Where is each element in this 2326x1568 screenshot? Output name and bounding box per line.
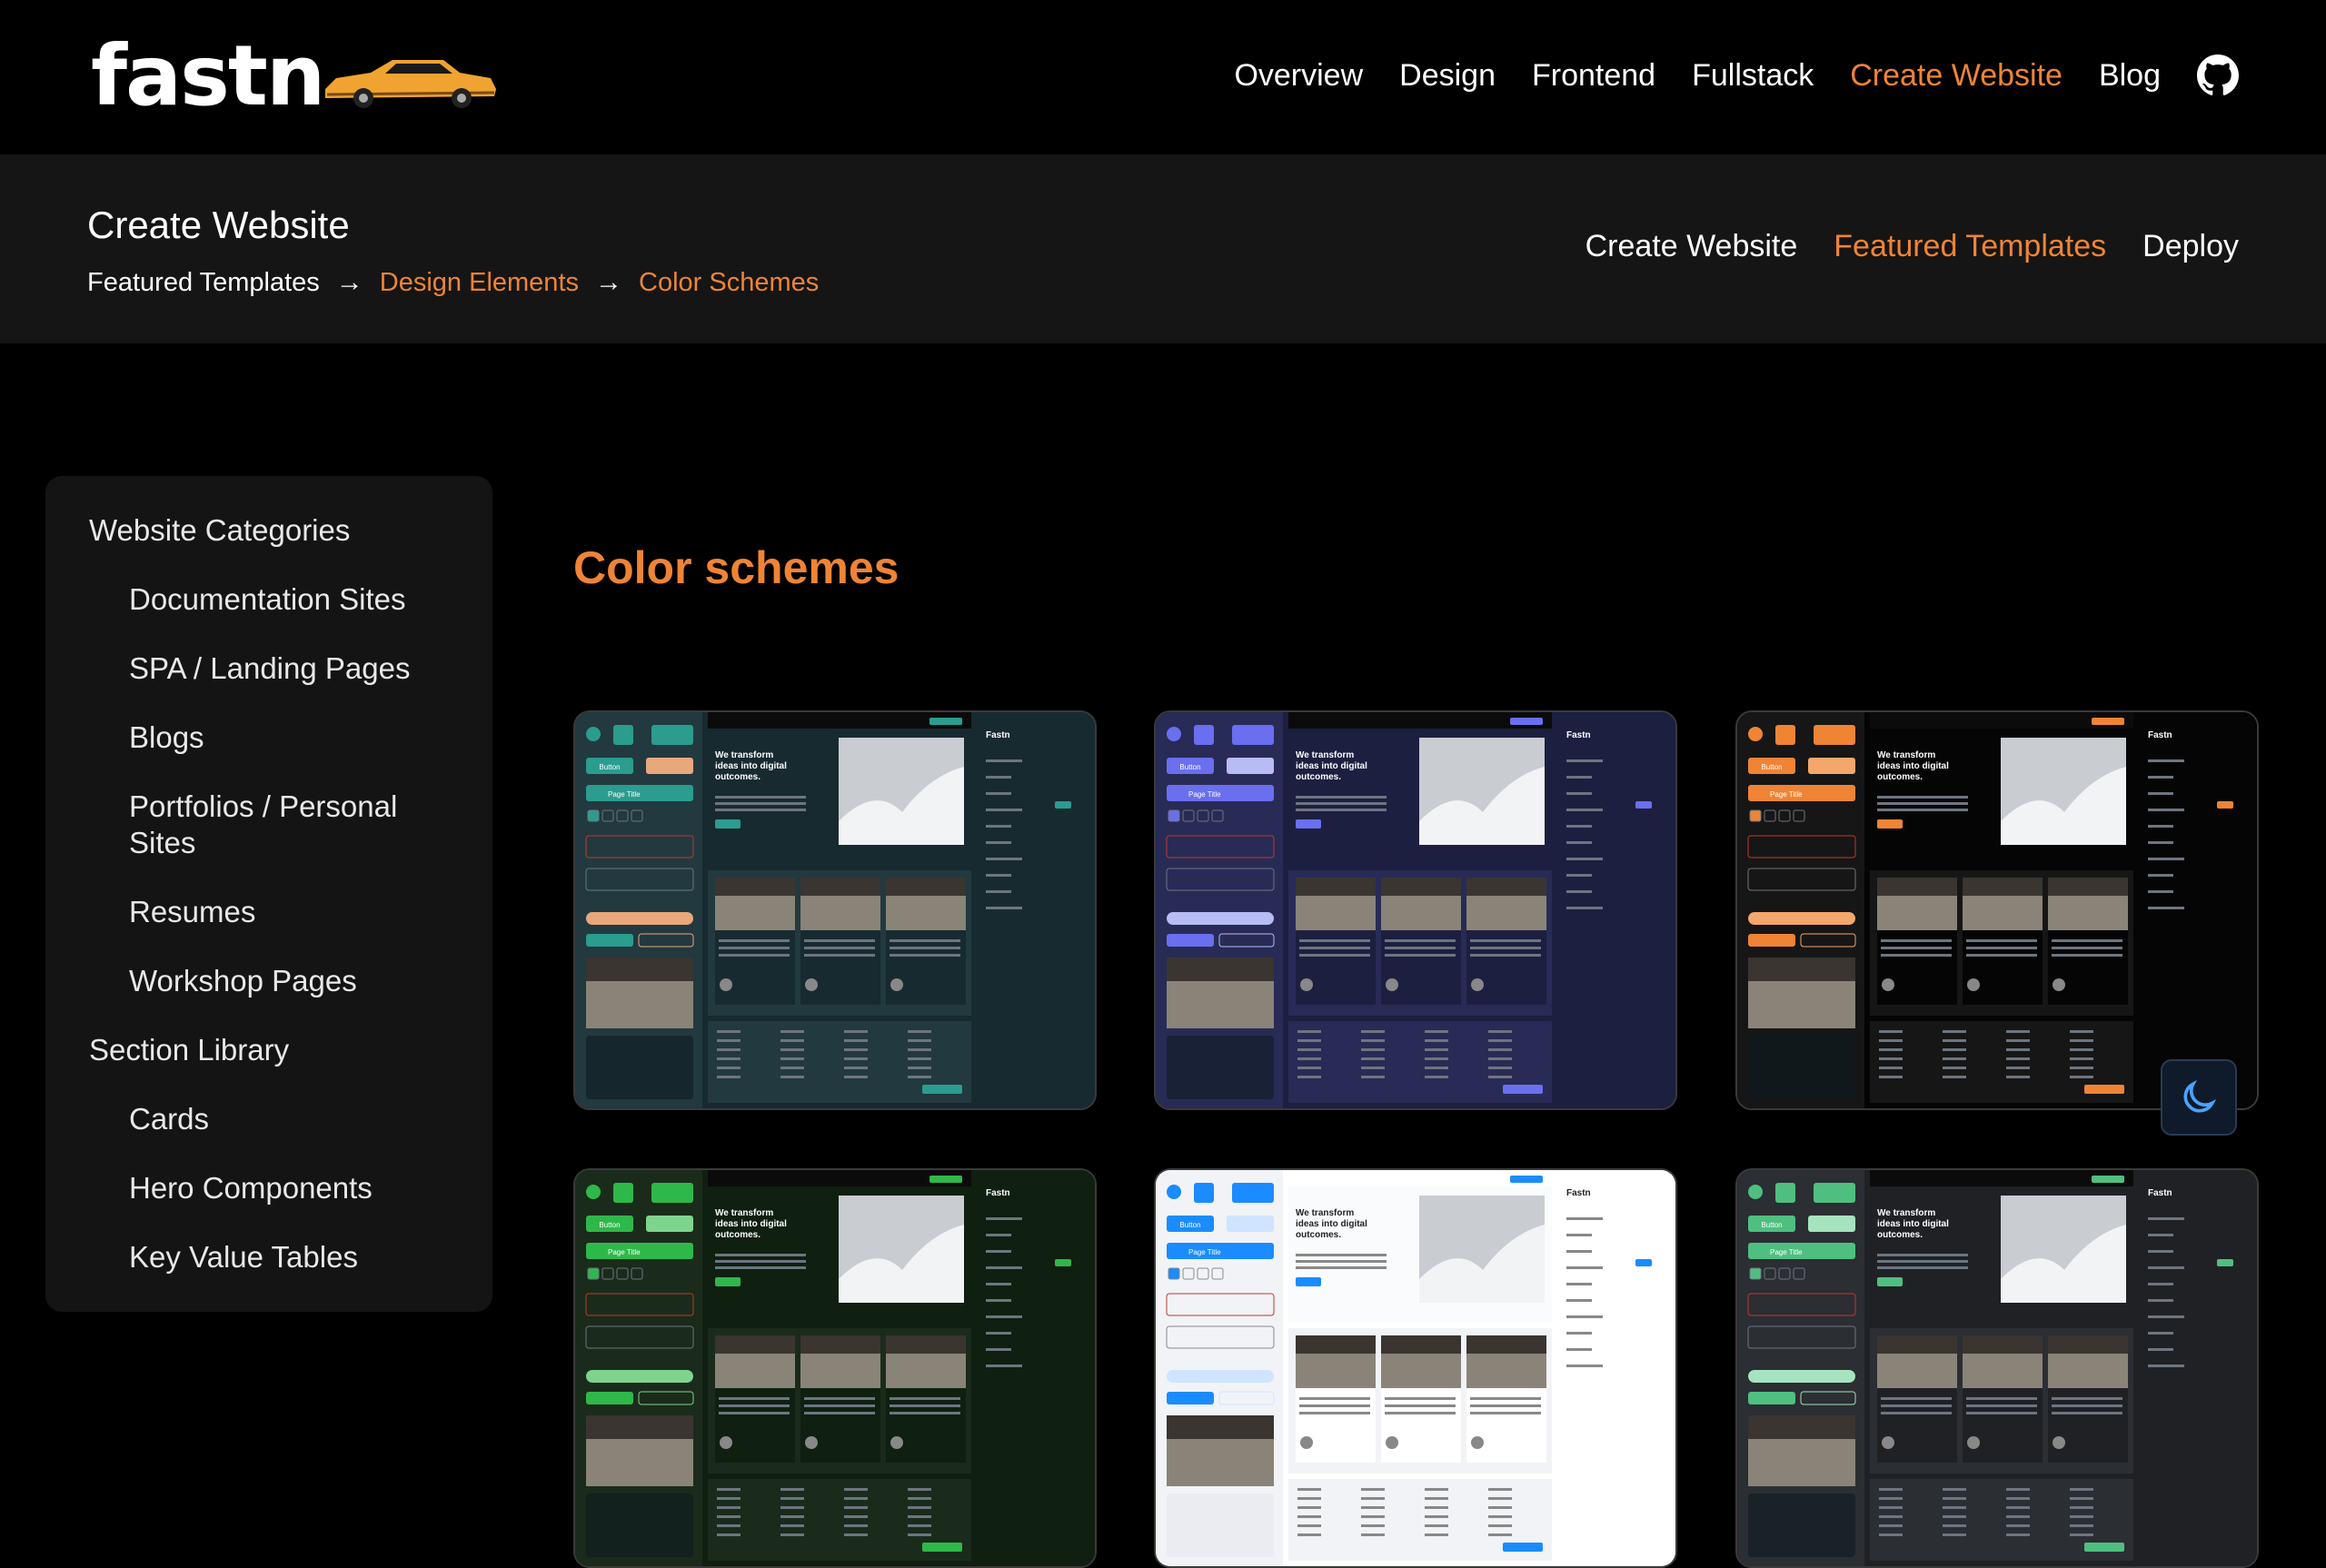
arrow-right-icon: → (595, 267, 622, 297)
nav-create-website[interactable]: Create Website (1850, 58, 2063, 94)
sidebar-item-resumes[interactable]: Resumes (129, 894, 471, 930)
page-heading: Color schemes (573, 542, 900, 593)
tab-featured-templates[interactable]: Featured Templates (1834, 229, 2106, 264)
svg-text:Fastn: Fastn (1566, 1188, 1591, 1198)
sidebar: Website Categories Documentation Sites S… (45, 476, 492, 1312)
svg-text:Page Title: Page Title (608, 790, 641, 799)
breadcrumb-item-1[interactable]: Design Elements (380, 268, 579, 298)
svg-text:Button: Button (599, 763, 620, 771)
sidebar-item-blogs[interactable]: Blogs (129, 719, 471, 756)
sidebar-item-documentation-sites[interactable]: Documentation Sites (129, 581, 471, 618)
color-scheme-card[interactable]: Button Page Title We transform ideas into d… (1154, 710, 1677, 1110)
nav-overview[interactable]: Overview (1234, 58, 1363, 94)
sidebar-item-workshop-pages[interactable]: Workshop Pages (129, 963, 471, 999)
sidebar-item-hero-components[interactable]: Hero Components (129, 1170, 471, 1206)
sidebar-item-key-value-tables[interactable]: Key Value Tables (129, 1239, 471, 1275)
arrow-right-icon: → (335, 267, 363, 297)
sub-header: Create Website Featured Templates → Desi… (0, 154, 2326, 343)
color-scheme-card[interactable]: Button Page Title We transform ideas into d… (1735, 710, 2259, 1110)
sidebar-item-portfolios[interactable]: Portfolios / Personal Sites (129, 789, 471, 861)
svg-text:Fastn: Fastn (2148, 730, 2172, 740)
section-tabs: Create Website Featured Templates Deploy (1585, 229, 2239, 264)
color-scheme-card[interactable]: Button Page Title We transform ideas into d… (1735, 1168, 2259, 1568)
breadcrumb: Featured Templates → Design Elements → C… (87, 267, 819, 298)
sidebar-item-website-categories[interactable]: Website Categories (89, 512, 471, 549)
color-scheme-card[interactable]: Button Page Title We transform ideas into d… (573, 1168, 1097, 1568)
tab-deploy[interactable]: Deploy (2142, 229, 2239, 264)
svg-text:Page Title: Page Title (1770, 790, 1803, 799)
car-icon (325, 60, 496, 108)
breadcrumb-item-2[interactable]: Color Schemes (639, 268, 819, 298)
color-scheme-card[interactable]: Button Page Title We transform ideas into d… (573, 710, 1097, 1110)
nav-design[interactable]: Design (1399, 58, 1496, 94)
breadcrumb-item-0[interactable]: Featured Templates (87, 268, 320, 298)
tab-create-website[interactable]: Create Website (1585, 229, 1798, 264)
svg-text:Fastn: Fastn (986, 1188, 1010, 1198)
svg-text:Button: Button (1179, 1221, 1200, 1229)
svg-text:Page Title: Page Title (1770, 1248, 1803, 1256)
svg-text:Page Title: Page Title (1188, 790, 1221, 799)
svg-text:Fastn: Fastn (1566, 730, 1591, 740)
nav-frontend[interactable]: Frontend (1532, 58, 1655, 94)
top-navbar: fastn Overview Design Frontend Fullstack… (0, 0, 2326, 154)
sidebar-item-cards[interactable]: Cards (129, 1101, 471, 1137)
theme-toggle-button[interactable] (2161, 1059, 2237, 1136)
main-nav: Overview Design Frontend Fullstack Creat… (1234, 55, 2239, 96)
brand-logo[interactable]: fastn (91, 35, 325, 118)
sidebar-item-spa-landing-pages[interactable]: SPA / Landing Pages (129, 650, 471, 687)
color-scheme-card[interactable]: Button Page Title We transform ideas into d… (1154, 1168, 1677, 1568)
nav-blog[interactable]: Blog (2099, 58, 2161, 94)
svg-text:Button: Button (1761, 1221, 1782, 1229)
sidebar-list: Website Categories Documentation Sites S… (89, 512, 471, 1308)
moon-icon (2183, 1079, 2217, 1113)
svg-text:Button: Button (1179, 763, 1200, 771)
svg-text:Fastn: Fastn (986, 730, 1010, 740)
svg-text:Button: Button (1761, 763, 1782, 771)
nav-fullstack[interactable]: Fullstack (1692, 58, 1814, 94)
svg-text:Button: Button (599, 1221, 620, 1229)
svg-text:Page Title: Page Title (1188, 1248, 1221, 1256)
github-icon[interactable] (2197, 55, 2239, 96)
section-title: Create Website (87, 203, 350, 246)
svg-text:Fastn: Fastn (2148, 1188, 2172, 1198)
sidebar-item-section-library[interactable]: Section Library (89, 1032, 471, 1068)
svg-text:Page Title: Page Title (608, 1248, 641, 1256)
